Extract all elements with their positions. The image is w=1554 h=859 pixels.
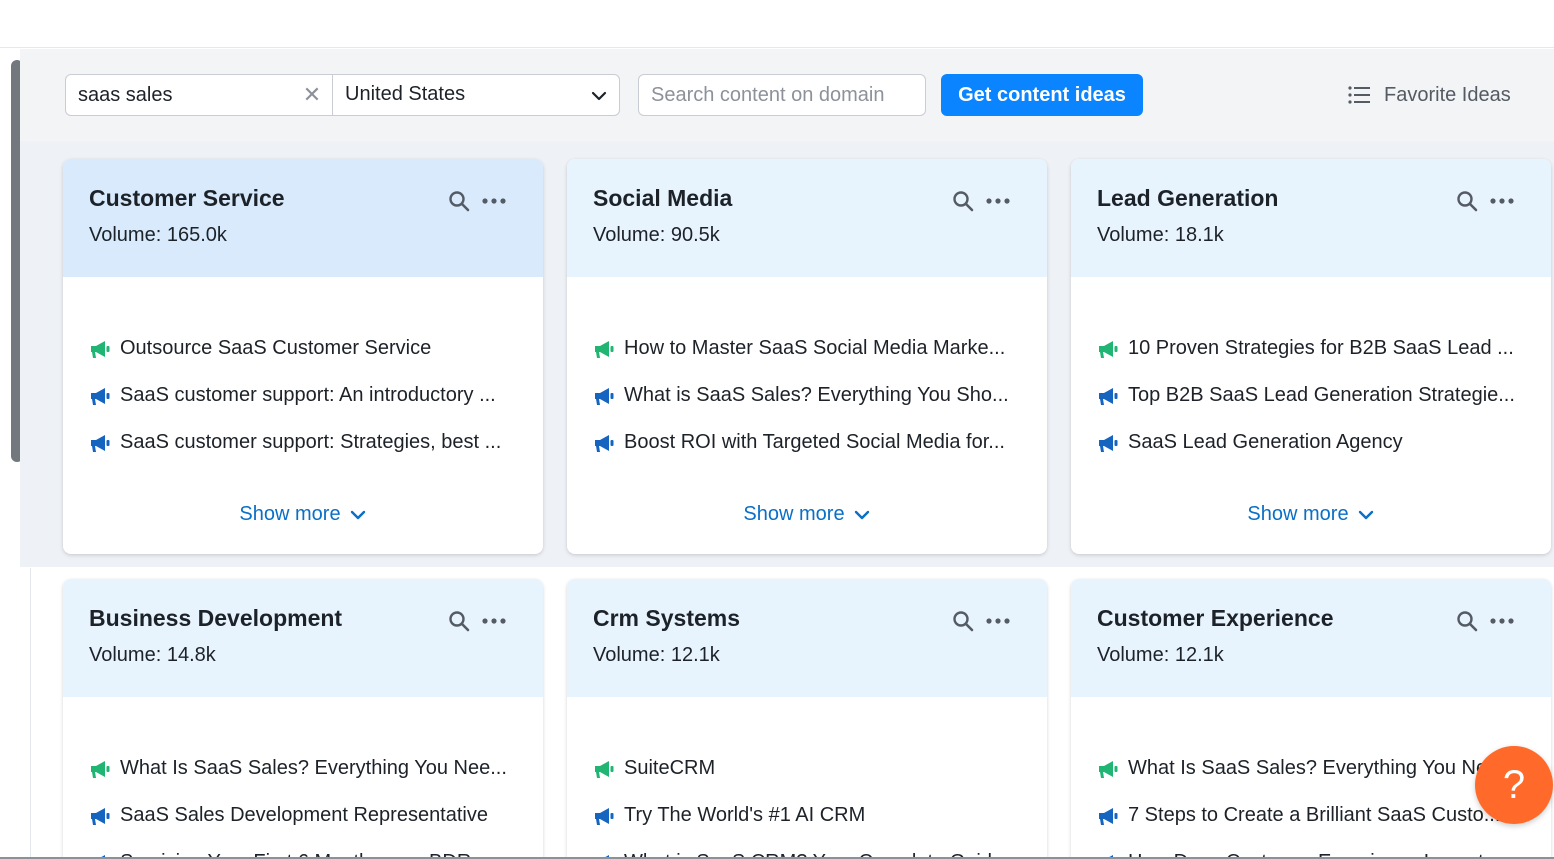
favorite-ideas-button[interactable]: Favorite Ideas — [1348, 82, 1511, 108]
card-volume: Volume: 12.1k — [593, 644, 720, 666]
idea-item[interactable]: How to Master SaaS Social Media Marke... — [593, 325, 1021, 372]
idea-item[interactable]: SaaS customer support: An introductory .… — [89, 372, 517, 419]
ideas-list: 10 Proven Strategies for B2B SaaS Lead .… — [1071, 277, 1551, 466]
card-volume: Volume: 165.0k — [89, 224, 227, 246]
country-select[interactable]: United States — [332, 74, 620, 116]
card-volume: Volume: 18.1k — [1097, 224, 1224, 246]
megaphone-green-icon — [595, 340, 614, 358]
close-icon[interactable]: ✕ — [300, 83, 324, 107]
more-options-icon[interactable] — [985, 189, 1011, 213]
card-header: Customer Experience Volume: 12.1k — [1071, 579, 1551, 697]
megaphone-green-icon — [1099, 340, 1118, 358]
idea-item[interactable]: What Is SaaS Sales? Everything You Ne... — [1097, 745, 1525, 792]
megaphone-green-icon — [1099, 760, 1118, 778]
idea-item[interactable]: Surviving Your First 6 Months as a BDR a… — [89, 839, 517, 859]
topic-card-customer-experience[interactable]: Customer Experience Volume: 12.1k What I… — [1071, 579, 1551, 859]
idea-item[interactable]: SaaS customer support: Strategies, best … — [89, 419, 517, 466]
more-options-icon[interactable] — [481, 609, 507, 633]
card-volume: Volume: 14.8k — [89, 644, 216, 666]
search-icon[interactable] — [1455, 189, 1479, 213]
megaphone-blue-icon — [595, 807, 614, 825]
search-icon[interactable] — [447, 189, 471, 213]
country-selected-value: United States — [345, 83, 466, 105]
idea-item[interactable]: How Does Customer Experience Impact ... — [1097, 839, 1525, 859]
idea-item[interactable]: What Is SaaS Sales? Everything You Nee..… — [89, 745, 517, 792]
idea-item[interactable]: SaaS Lead Generation Agency — [1097, 419, 1525, 466]
idea-item[interactable]: SaaS Sales Development Representative — [89, 792, 517, 839]
more-options-icon[interactable] — [1489, 609, 1515, 633]
megaphone-blue-icon — [91, 387, 110, 405]
search-icon[interactable] — [951, 189, 975, 213]
topic-card-social-media[interactable]: Social Media Volume: 90.5k How to Master… — [567, 159, 1047, 554]
idea-item[interactable]: Top B2B SaaS Lead Generation Strategie..… — [1097, 372, 1525, 419]
idea-item[interactable]: 10 Proven Strategies for B2B SaaS Lead .… — [1097, 325, 1525, 372]
card-header: Business Development Volume: 14.8k — [63, 579, 543, 697]
more-options-icon[interactable] — [481, 189, 507, 213]
idea-item[interactable]: Outsource SaaS Customer Service — [89, 325, 517, 372]
list-icon — [1348, 86, 1370, 104]
megaphone-green-icon — [91, 760, 110, 778]
megaphone-green-icon — [91, 340, 110, 358]
ideas-list: What Is SaaS Sales? Everything You Nee..… — [63, 697, 543, 859]
favorite-ideas-label: Favorite Ideas — [1384, 83, 1511, 106]
show-more-link[interactable]: Show more — [63, 503, 543, 526]
megaphone-blue-icon — [595, 387, 614, 405]
help-button[interactable]: ? — [1475, 746, 1553, 824]
megaphone-blue-icon — [1099, 434, 1118, 452]
megaphone-blue-icon — [91, 434, 110, 452]
show-more-link[interactable]: Show more — [1071, 503, 1551, 526]
ideas-list: Outsource SaaS Customer Service SaaS cus… — [63, 277, 543, 466]
search-icon[interactable] — [1455, 609, 1479, 633]
more-options-icon[interactable] — [1489, 189, 1515, 213]
search-icon[interactable] — [951, 609, 975, 633]
card-header: Social Media Volume: 90.5k — [567, 159, 1047, 277]
ideas-list: How to Master SaaS Social Media Marke...… — [567, 277, 1047, 466]
show-more-link[interactable]: Show more — [567, 503, 1047, 526]
megaphone-blue-icon — [595, 434, 614, 452]
card-volume: Volume: 12.1k — [1097, 644, 1224, 666]
get-content-ideas-button[interactable]: Get content ideas — [941, 74, 1143, 116]
topic-card-customer-service[interactable]: Customer Service Volume: 165.0k Outsourc… — [63, 159, 543, 554]
ideas-list: SuiteCRM Try The World's #1 AI CRM What … — [567, 697, 1047, 859]
domain-search-field[interactable] — [638, 74, 926, 116]
top-bar — [0, 0, 1554, 48]
search-icon[interactable] — [447, 609, 471, 633]
divider — [30, 568, 31, 859]
keyword-field[interactable]: ✕ — [65, 74, 333, 116]
megaphone-blue-icon — [1099, 807, 1118, 825]
megaphone-blue-icon — [1099, 387, 1118, 405]
search-toolbar: ✕ United States Get content ideas Favori… — [20, 49, 1554, 141]
more-options-icon[interactable] — [985, 609, 1011, 633]
idea-item[interactable]: What is SaaS Sales? Everything You Sho..… — [593, 372, 1021, 419]
megaphone-blue-icon — [91, 807, 110, 825]
chevron-down-icon — [1358, 510, 1373, 519]
megaphone-green-icon — [595, 760, 614, 778]
topic-card-business-development[interactable]: Business Development Volume: 14.8k What … — [63, 579, 543, 859]
card-header: Crm Systems Volume: 12.1k — [567, 579, 1047, 697]
keyword-input[interactable] — [78, 75, 296, 115]
card-header: Lead Generation Volume: 18.1k — [1071, 159, 1551, 277]
domain-search-input[interactable] — [651, 75, 917, 115]
idea-item[interactable]: SuiteCRM — [593, 745, 1021, 792]
chevron-down-icon — [854, 510, 869, 519]
idea-item[interactable]: 7 Steps to Create a Brilliant SaaS Custo… — [1097, 792, 1525, 839]
topic-card-crm-systems[interactable]: Crm Systems Volume: 12.1k SuiteCRM Try T… — [567, 579, 1047, 859]
card-volume: Volume: 90.5k — [593, 224, 720, 246]
chevron-down-icon — [591, 91, 607, 101]
card-header: Customer Service Volume: 165.0k — [63, 159, 543, 277]
topic-card-lead-generation[interactable]: Lead Generation Volume: 18.1k 10 Proven … — [1071, 159, 1551, 554]
chevron-down-icon — [350, 510, 365, 519]
idea-item[interactable]: Boost ROI with Targeted Social Media for… — [593, 419, 1021, 466]
idea-item[interactable]: Try The World's #1 AI CRM — [593, 792, 1021, 839]
idea-item[interactable]: What is SaaS CRM? Your Complete Guide... — [593, 839, 1021, 859]
